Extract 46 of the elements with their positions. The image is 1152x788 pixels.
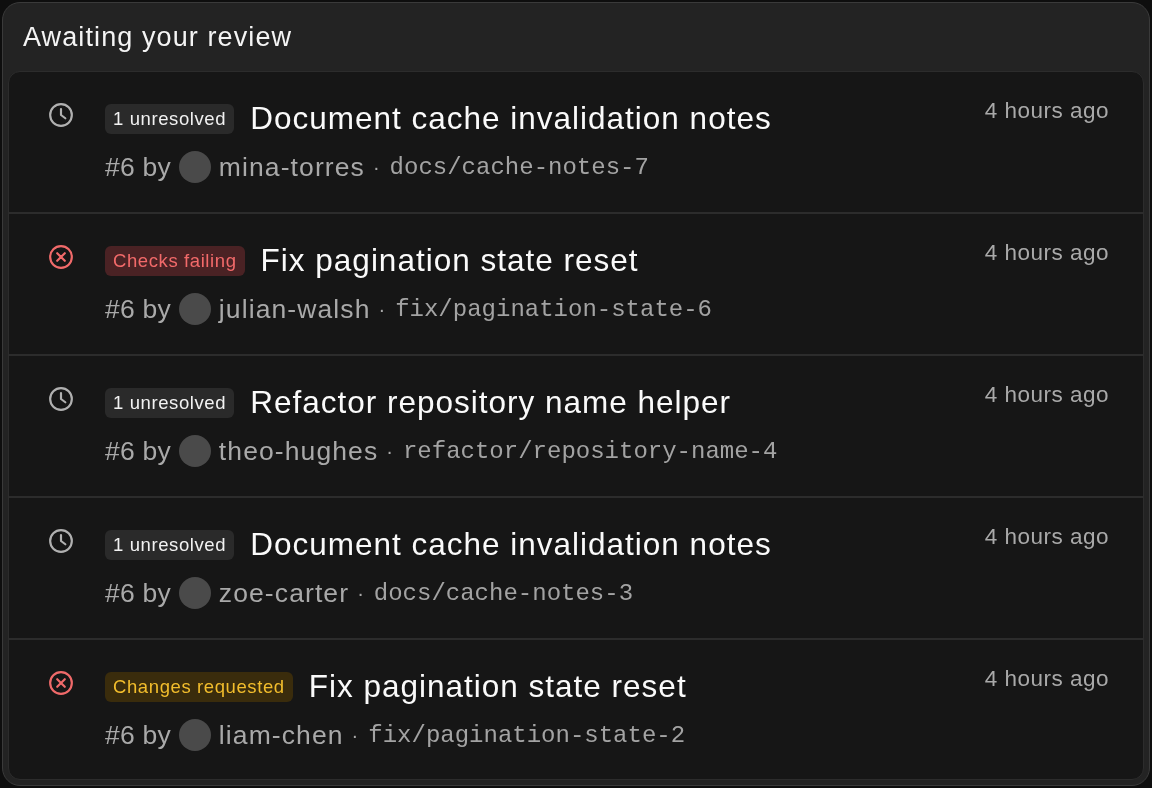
pull-request-number: #6 by <box>105 577 171 609</box>
pull-request-number: #6 by <box>105 151 171 183</box>
pull-request-title[interactable]: Document cache invalidation notes <box>250 526 772 563</box>
separator-dot: · <box>351 723 359 747</box>
avatar-icon <box>178 151 211 183</box>
pull-request-number: #6 by <box>105 719 171 751</box>
clock-icon <box>48 102 74 128</box>
author-name: theo-hughes <box>218 435 379 467</box>
status-badge: 1 unresolved <box>105 387 235 418</box>
avatar-icon <box>178 577 211 609</box>
avatar-icon <box>178 719 211 751</box>
clock-icon <box>48 386 74 412</box>
branch-name: docs/cache-notes-7 <box>389 153 649 181</box>
x-circle-icon <box>48 670 74 696</box>
timestamp: 4 hours ago <box>984 666 1109 692</box>
pull-request-title[interactable]: Document cache invalidation notes <box>250 100 772 137</box>
panel-title: Awaiting your review <box>23 21 293 53</box>
avatar-icon <box>178 435 211 467</box>
timestamp: 4 hours ago <box>984 382 1109 408</box>
avatar-icon <box>178 293 211 325</box>
timestamp: 4 hours ago <box>984 98 1109 124</box>
separator-dot: · <box>372 155 380 179</box>
author-name: zoe-carter <box>218 577 350 609</box>
x-circle-icon <box>48 244 74 270</box>
timestamp: 4 hours ago <box>984 240 1109 266</box>
status-badge: 1 unresolved <box>105 529 235 560</box>
separator-dot: · <box>357 581 364 605</box>
branch-name: refactor/repository-name-4 <box>402 437 778 465</box>
separator-dot: · <box>386 439 393 463</box>
branch-name: docs/cache-notes-3 <box>373 579 634 607</box>
author-name: liam-chen <box>218 719 344 751</box>
separator-dot: · <box>378 297 386 321</box>
timestamp: 4 hours ago <box>984 524 1109 550</box>
pull-request-number: #6 by <box>105 293 171 325</box>
status-badge: 1 unresolved <box>105 103 235 134</box>
pull-request-title[interactable]: Fix pagination state reset <box>260 242 639 279</box>
branch-name: fix/pagination-state-2 <box>368 721 686 749</box>
pull-request-title[interactable]: Refactor repository name helper <box>250 384 732 421</box>
status-badge: Checks failing <box>105 245 245 276</box>
pull-request-number: #6 by <box>105 435 171 467</box>
author-name: mina-torres <box>218 151 365 183</box>
author-name: julian-walsh <box>218 293 371 325</box>
status-badge: Changes requested <box>105 671 293 702</box>
clock-icon <box>48 528 74 554</box>
branch-name: fix/pagination-state-6 <box>395 295 712 323</box>
pull-request-title[interactable]: Fix pagination state reset <box>308 668 687 705</box>
